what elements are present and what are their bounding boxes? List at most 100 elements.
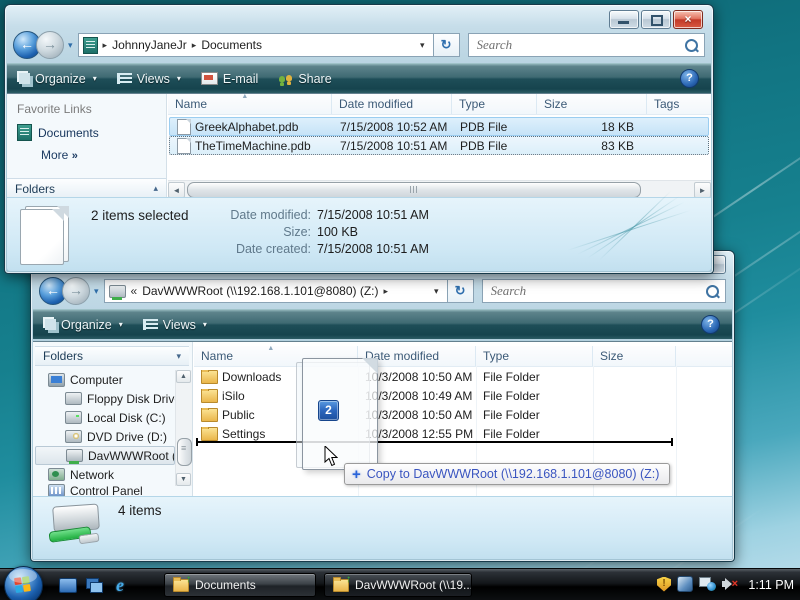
column-size[interactable]: Size [537,94,647,114]
search-box[interactable] [468,33,705,57]
aurora-decoration [567,210,691,251]
column-size[interactable]: Size [593,346,676,366]
scroll-up-button[interactable]: ▲ [176,370,191,383]
scroll-left-button[interactable]: ◄ [168,182,185,198]
views-button[interactable]: Views ▾ [117,72,181,86]
email-button[interactable]: E-mail [201,72,258,86]
column-date-modified[interactable]: Date modified [358,346,476,366]
recent-pages-dropdown[interactable]: ▾ [68,40,73,51]
breadcrumb-folder[interactable]: Documents [201,38,262,52]
navigation-pane: Favorite Links Documents More » Folders … [7,94,167,198]
start-button[interactable] [4,566,43,600]
address-dropdown-icon[interactable]: ▾ [416,40,429,51]
help-button[interactable]: ? [701,315,720,334]
sidebar-item-documents[interactable]: Documents [17,124,99,141]
breadcrumb[interactable]: « DavWWWRoot (\\192.168.1.101@8080) (Z:)… [104,279,448,303]
minimize-button[interactable] [609,10,639,29]
taskbar-button-documents[interactable]: Documents [164,573,316,597]
sort-ascending-icon: ▲ [267,345,274,352]
breadcrumb-collapse[interactable]: « [131,284,138,298]
file-row-greekalphabet[interactable]: GreekAlphabet.pdb 7/15/2008 10:52 AM PDB… [169,117,709,136]
organize-label: Organize [35,72,86,86]
refresh-button[interactable]: ↻ [448,279,474,303]
minimize-icon [618,21,629,24]
breadcrumb-arrow[interactable]: ▸ [192,40,197,51]
tree-item-davwwwroot[interactable]: DavWWWRoot (\\ [35,446,175,465]
show-desktop-icon [59,578,77,593]
tree-item-floppy[interactable]: Floppy Disk Drive ( [35,389,175,408]
details-fields: Date modified: 7/15/2008 10:51 AM Size: … [197,208,429,256]
quicklaunch-internet-explorer[interactable]: e [110,575,130,595]
scrollbar-thumb[interactable] [187,182,641,198]
sidebar-more-link[interactable]: More » [41,148,78,162]
column-type[interactable]: Type [452,94,537,114]
breadcrumb-path[interactable]: DavWWWRoot (\\192.168.1.101@8080) (Z:) [142,284,378,298]
volume-muted-icon[interactable]: × [722,577,738,591]
list-header: ▲Name Date modified Type Size Tags [168,94,711,115]
breadcrumb-arrow[interactable]: ▸ [103,40,108,51]
search-icon[interactable] [706,285,719,298]
horizontal-scrollbar[interactable]: ◄ ► [168,180,711,198]
refresh-icon: ↻ [455,283,466,299]
folders-label: Folders [15,182,55,196]
file-row-public[interactable]: Public 10/3/2008 10:50 AM File Folder [194,405,732,424]
column-type[interactable]: Type [476,346,593,366]
forward-button[interactable]: → [36,31,64,59]
column-name[interactable]: ▲Name [194,346,358,366]
maximize-icon [651,15,663,26]
folders-band[interactable]: Folders ▾ [35,346,189,366]
maximize-button[interactable] [641,10,671,29]
file-row-downloads[interactable]: Downloads 10/3/2008 10:50 AM File Folder [194,367,732,386]
file-row-isilo[interactable]: iSilo 10/3/2008 10:49 AM File Folder [194,386,732,405]
tree-item-local-disk[interactable]: Local Disk (C:) [35,408,175,427]
aurora-decoration [577,201,685,255]
close-button[interactable]: × [673,10,703,29]
search-input[interactable] [475,36,685,54]
help-button[interactable]: ? [680,69,699,88]
tree-item-network[interactable]: Network [35,465,175,484]
organize-button[interactable]: Organize ▾ [19,72,97,86]
views-button[interactable]: Views ▾ [143,318,207,332]
breadcrumb-expand-arrow[interactable]: ▸ [384,286,389,297]
share-button[interactable]: Share [278,72,331,86]
tray-app-icon[interactable] [677,576,693,592]
command-bar: Organize ▾ Views ▾ E-mail Share ? [7,63,711,93]
search-icon[interactable] [685,39,698,52]
breadcrumb[interactable]: ▸ JohnnyJaneJr ▸ Documents ▾ [78,33,434,57]
address-dropdown-icon[interactable]: ▾ [430,286,443,297]
taskbar-clock[interactable]: 1:11 PM [748,569,794,600]
recent-pages-dropdown[interactable]: ▾ [94,286,99,297]
quicklaunch-switch-windows[interactable] [84,575,104,595]
chevron-down-icon: ▾ [93,74,97,83]
folder-icon [173,579,189,592]
search-input[interactable] [489,282,706,300]
folders-band[interactable]: Folders ▴ [7,178,166,198]
chevron-down-icon: ▾ [119,320,123,329]
breadcrumb-user[interactable]: JohnnyJaneJr [112,38,187,52]
security-shield-icon[interactable]: ! [657,577,671,592]
folder-icon [201,370,218,384]
refresh-button[interactable]: ↻ [434,33,460,57]
file-row-thetimemachine[interactable]: TheTimeMachine.pdb 7/15/2008 10:51 AM PD… [169,136,709,155]
chevron-down-icon[interactable]: ▾ [176,351,181,362]
file-row-settings[interactable]: Settings 10/3/2008 12:55 PM File Folder [194,424,732,443]
column-name[interactable]: ▲Name [168,94,332,114]
scroll-right-button[interactable]: ► [694,182,711,198]
network-drive-icon [109,285,126,298]
organize-button[interactable]: Organize ▾ [45,318,123,332]
quicklaunch-show-desktop[interactable] [58,575,78,595]
column-date-modified[interactable]: Date modified [332,94,452,114]
taskbar-button-davwwwroot[interactable]: DavWWWRoot (\\19... [324,573,472,597]
network-status-icon[interactable] [699,577,716,591]
tree-scrollbar[interactable]: ▲ ▼ [175,370,192,486]
chevron-up-icon[interactable]: ▴ [153,183,158,194]
scroll-down-button[interactable]: ▼ [176,473,191,486]
forward-button[interactable]: → [62,277,90,305]
tree-item-computer[interactable]: Computer [35,370,175,389]
detail-value: 7/15/2008 10:51 AM [317,208,429,222]
column-tags[interactable]: Tags [647,94,709,114]
search-box[interactable] [482,279,726,303]
tree-item-dvd[interactable]: DVD Drive (D:) [35,427,175,446]
views-label: Views [137,72,170,86]
scrollbar-thumb[interactable] [177,438,192,466]
